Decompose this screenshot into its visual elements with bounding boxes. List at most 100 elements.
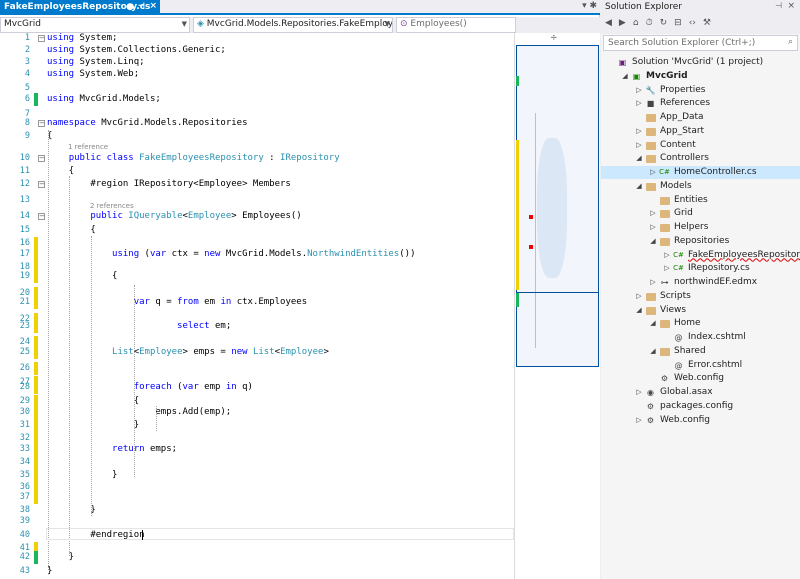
tree-item[interactable]: ◢ Views [601, 304, 800, 317]
code-line[interactable]: foreach (var emp in q) [47, 382, 253, 392]
code-line[interactable]: } [47, 505, 95, 515]
code-line[interactable]: { [47, 225, 95, 235]
code-line[interactable]: using System; [47, 33, 117, 43]
collapsed-arrow-icon[interactable]: ▷ [649, 207, 657, 220]
collapse-icon[interactable]: − [38, 181, 45, 188]
expanded-arrow-icon[interactable]: ◢ [649, 235, 657, 248]
code-editor[interactable]: FakeEmployeesRepository.cs ● ⊣ × ▾ ✱ Mvc… [0, 0, 600, 579]
collapse-icon[interactable]: − [38, 213, 45, 220]
tree-item[interactable]: Entities [601, 194, 800, 207]
tree-item[interactable]: ▷ Content [601, 139, 800, 152]
home-icon[interactable]: ⌂ [633, 18, 639, 28]
code-line[interactable]: using System.Collections.Generic; [47, 45, 226, 55]
tree-item[interactable]: ◢ Shared [601, 345, 800, 358]
collapsed-arrow-icon[interactable]: ▷ [635, 290, 643, 303]
tree-item[interactable]: ◢ Home [601, 317, 800, 330]
tree-item[interactable]: ▷ ⚙ Web.config [601, 414, 800, 427]
collapse-icon[interactable]: − [38, 35, 45, 42]
expanded-arrow-icon[interactable]: ◢ [621, 70, 629, 83]
code-line[interactable]: } [47, 552, 74, 562]
code-lens-method-references[interactable]: 2 references [90, 202, 134, 210]
collapsed-arrow-icon[interactable]: ▷ [635, 414, 643, 427]
scrollbar-minimap[interactable]: ÷ [514, 33, 600, 579]
code-line[interactable]: using MvcGrid.Models; [47, 94, 161, 104]
collapsed-arrow-icon[interactable]: ▷ [649, 276, 657, 289]
tree-item[interactable]: ▷ ◉ Global.asax [601, 386, 800, 399]
tab-overflow-icon[interactable]: ▾ ✱ [582, 1, 597, 11]
history-icon[interactable]: ⏱ [646, 18, 653, 28]
collapse-all-icon[interactable]: ⊟ [674, 18, 682, 28]
close-icon[interactable]: × [787, 1, 795, 11]
tree-item[interactable]: @ Error.cshtml [601, 359, 800, 372]
code-line[interactable]: using (var ctx = new MvcGrid.Models.Nort… [47, 249, 416, 259]
code-line[interactable]: { [47, 396, 139, 406]
tree-item[interactable]: ▷ Helpers [601, 221, 800, 234]
tree-item[interactable]: ▷ App_Start [601, 125, 800, 138]
code-line[interactable]: } [47, 420, 139, 430]
code-line[interactable]: using System.Linq; [47, 57, 145, 67]
code-line[interactable]: emps.Add(emp); [47, 407, 231, 417]
tree-item[interactable]: @ Index.cshtml [601, 331, 800, 344]
collapsed-arrow-icon[interactable]: ▷ [663, 262, 671, 275]
project-dropdown[interactable]: MvcGrid ▼ [0, 17, 190, 33]
tree-item[interactable]: ⚙ packages.config [601, 400, 800, 413]
code-line[interactable]: public IQueryable<Employee> Employees() [47, 211, 301, 221]
code-line[interactable]: List<Employee> emps = new List<Employee> [47, 347, 329, 357]
collapsed-arrow-icon[interactable]: ▷ [649, 166, 657, 179]
refresh-icon[interactable]: ↻ [660, 18, 668, 28]
back-icon[interactable]: ◀ [605, 18, 612, 28]
tree-item[interactable]: ▷ 🔧 Properties [601, 84, 800, 97]
tree-item[interactable]: ▷ Grid [601, 207, 800, 220]
view-code-icon[interactable]: ‹› [689, 18, 696, 28]
properties-icon[interactable]: ⚒ [703, 18, 711, 28]
collapse-icon[interactable]: − [38, 155, 45, 162]
code-line[interactable]: public class FakeEmployeesRepository : I… [47, 153, 340, 163]
code-line[interactable]: return emps; [47, 444, 177, 454]
code-line[interactable]: using System.Web; [47, 69, 139, 79]
collapsed-arrow-icon[interactable]: ▷ [635, 139, 643, 152]
tree-item[interactable]: ▷ C# HomeController.cs [601, 166, 800, 179]
collapsed-arrow-icon[interactable]: ▷ [635, 125, 643, 138]
code-line[interactable]: #region IRepository<Employee> Members [47, 179, 291, 189]
member-dropdown[interactable]: ⊙ Employees() [396, 17, 516, 33]
solution-explorer-search-input[interactable]: Search Solution Explorer (Ctrl+;) ⌕ [603, 35, 798, 51]
split-icon[interactable]: ÷ [550, 33, 558, 43]
code-line[interactable]: { [47, 271, 117, 281]
tree-item[interactable]: ▷ ■ References [601, 97, 800, 110]
tree-item[interactable]: ▷ ⊶ northwindEF.edmx [601, 276, 800, 289]
code-line[interactable]: } [47, 470, 117, 480]
collapsed-arrow-icon[interactable]: ▷ [663, 249, 671, 262]
collapsed-arrow-icon[interactable]: ▷ [649, 221, 657, 234]
expanded-arrow-icon[interactable]: ◢ [649, 345, 657, 358]
folder-icon [645, 139, 656, 154]
expanded-arrow-icon[interactable]: ◢ [635, 152, 643, 165]
expanded-arrow-icon[interactable]: ◢ [635, 180, 643, 193]
code-lens-class-references[interactable]: 1 reference [68, 143, 108, 151]
tree-item[interactable]: ▷C# FakeEmployeesRepository.cs [601, 249, 800, 262]
collapsed-arrow-icon[interactable]: ▷ [635, 84, 643, 97]
expanded-arrow-icon[interactable]: ◢ [635, 304, 643, 317]
pin-icon[interactable]: ⊣ [138, 1, 145, 10]
tree-item[interactable]: ▣ Solution 'MvcGrid' (1 project) [601, 56, 800, 69]
tree-item[interactable]: ◢ Repositories [601, 235, 800, 248]
tree-item[interactable]: App_Data [601, 111, 800, 124]
collapse-icon[interactable]: − [38, 120, 45, 127]
code-line[interactable]: namespace MvcGrid.Models.Repositories [47, 118, 248, 128]
tree-item[interactable]: ⚙ Web.config [601, 372, 800, 385]
type-dropdown[interactable]: ◈ MvcGrid.Models.Repositories.FakeEmploy… [193, 17, 393, 33]
expanded-arrow-icon[interactable]: ◢ [649, 317, 657, 330]
tree-item[interactable]: ◢ ▣ MvcGrid [601, 70, 800, 83]
forward-icon[interactable]: ▶ [619, 18, 626, 28]
collapsed-arrow-icon[interactable]: ▷ [635, 386, 643, 399]
collapsed-arrow-icon[interactable]: ▷ [635, 97, 643, 110]
tree-item[interactable]: ▷ C# IRepository.cs [601, 262, 800, 275]
close-tab-icon[interactable]: × [149, 1, 157, 11]
code-line[interactable]: { [47, 166, 74, 176]
pin-icon[interactable]: ⊣ [775, 1, 782, 10]
tree-item[interactable]: ▷ Scripts [601, 290, 800, 303]
tree-item[interactable]: ◢ Controllers [601, 152, 800, 165]
document-tab[interactable]: FakeEmployeesRepository.cs ● ⊣ × [0, 0, 160, 15]
tree-item[interactable]: ◢ Models [601, 180, 800, 193]
code-line[interactable]: select em; [47, 321, 231, 331]
code-line[interactable]: var q = from em in ctx.Employees [47, 297, 307, 307]
